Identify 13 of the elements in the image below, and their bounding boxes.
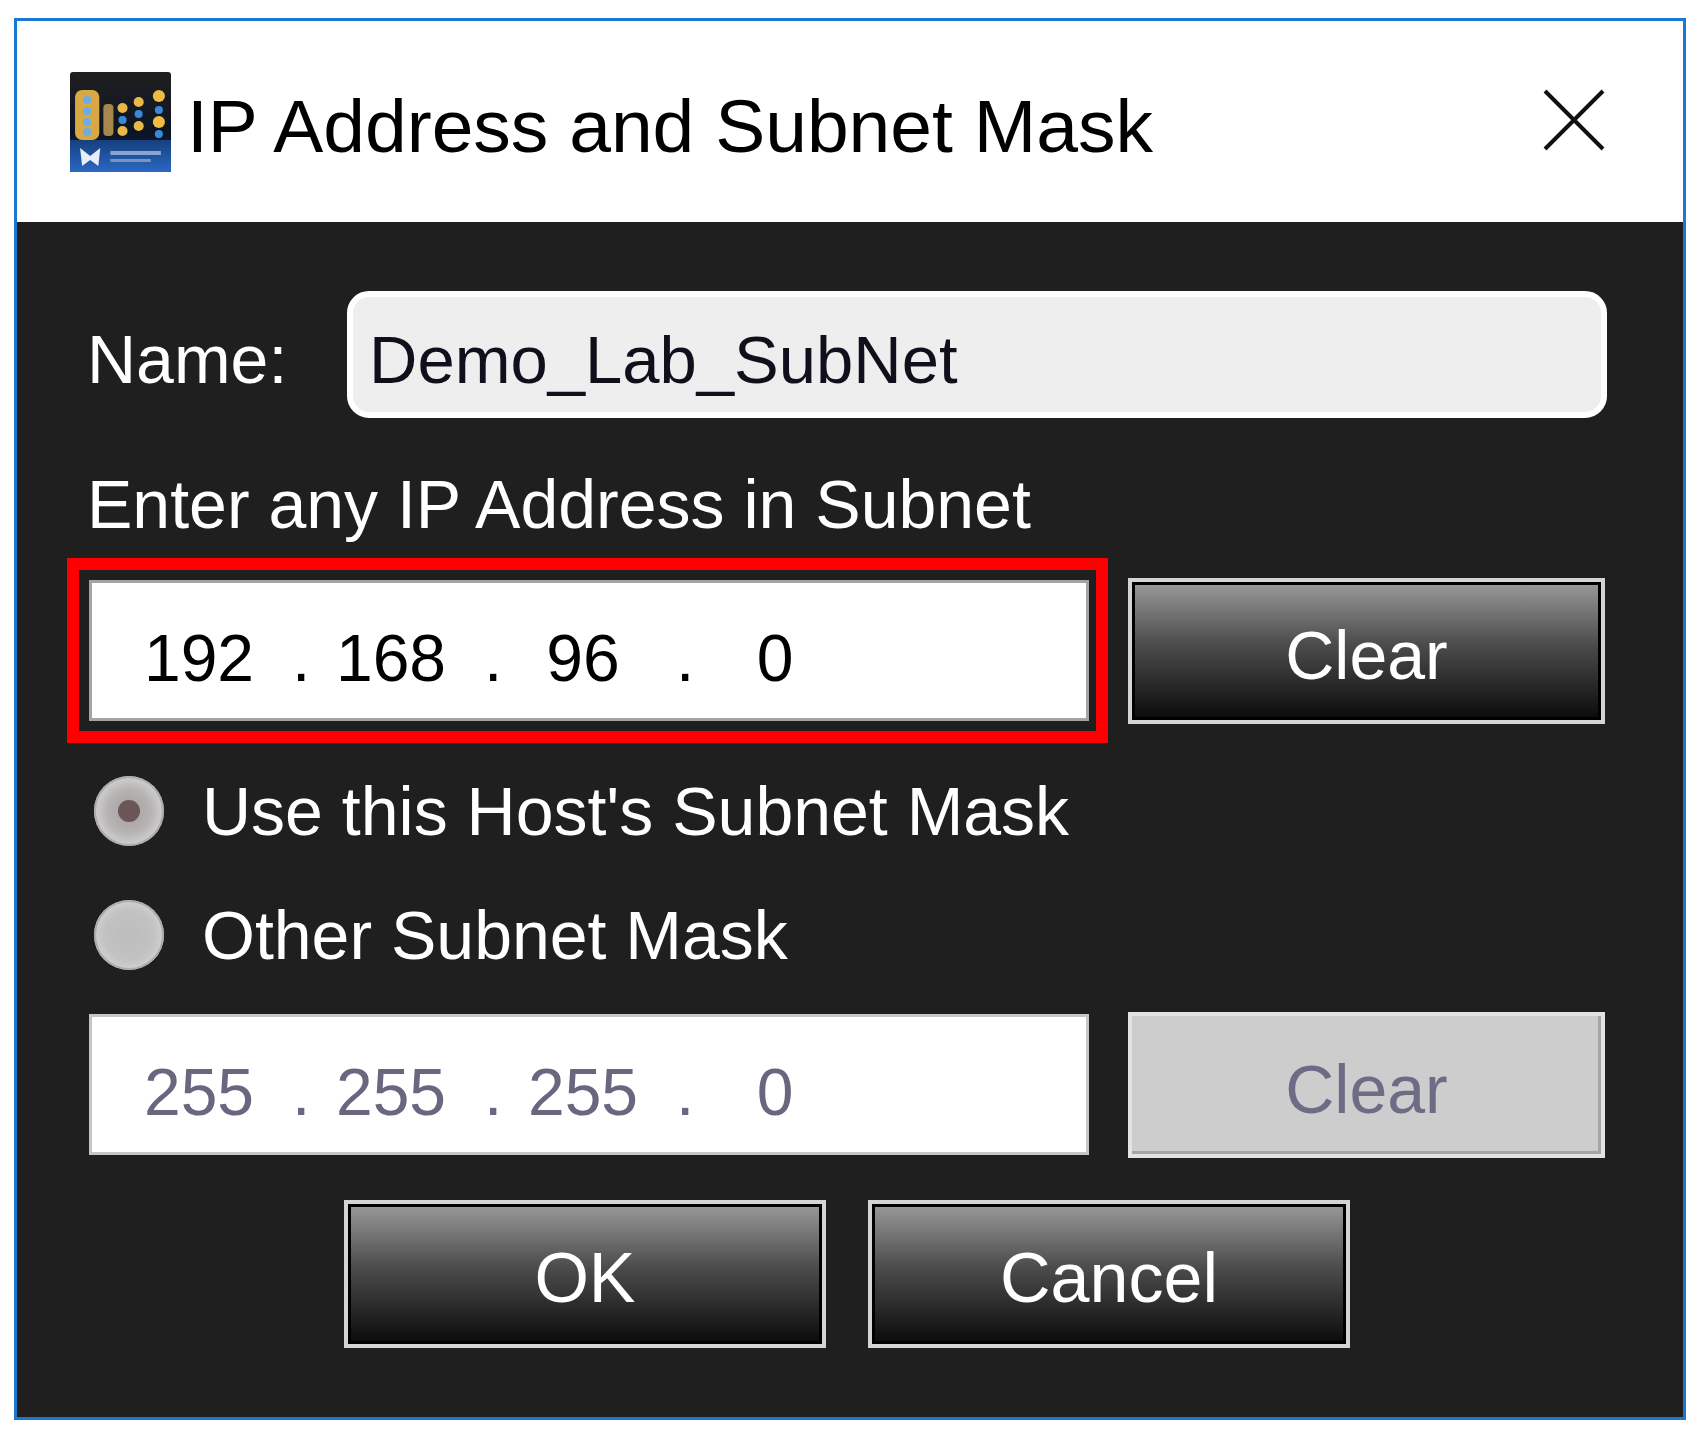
window-title: IP Address and Subnet Mask bbox=[187, 82, 1153, 169]
ip-address-label: Enter any IP Address in Subnet bbox=[87, 466, 1031, 542]
name-label: Name: bbox=[87, 319, 288, 397]
radio-label[interactable]: Other Subnet Mask bbox=[202, 897, 788, 973]
radio-label[interactable]: Use this Host's Subnet Mask bbox=[202, 773, 1070, 849]
close-button[interactable] bbox=[1543, 88, 1605, 151]
close-icon bbox=[1543, 88, 1605, 151]
name-field[interactable]: Demo_Lab_SubNet bbox=[347, 291, 1607, 418]
app-icon bbox=[70, 71, 171, 172]
cancel-button[interactable]: Cancel bbox=[868, 1200, 1350, 1348]
ok-button[interactable]: OK bbox=[344, 1200, 826, 1348]
ip-address-field[interactable]: 192 . 168 . 96 . 0 bbox=[89, 580, 1089, 721]
clear-button[interactable]: Clear bbox=[1128, 577, 1605, 724]
